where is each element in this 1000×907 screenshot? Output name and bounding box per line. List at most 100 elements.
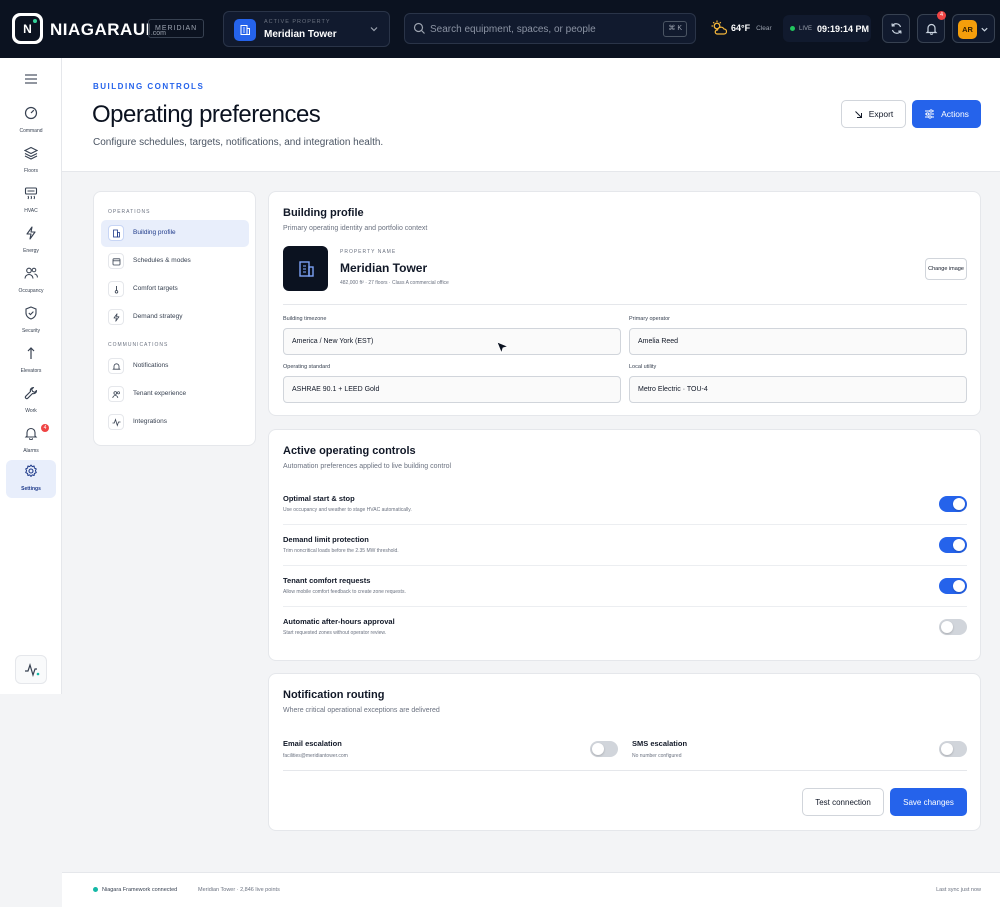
live-time: 09:19:14 PM — [817, 23, 870, 34]
rail-item-work[interactable]: Work — [6, 382, 56, 420]
logo-mark-icon: N — [15, 16, 40, 41]
property-selector[interactable]: ACTIVE PROPERTY Meridian Tower — [223, 11, 390, 47]
card-title: Notification routing — [283, 689, 385, 701]
property-meta: 482,000 ft² · 27 floors · Class A commer… — [340, 280, 449, 286]
refresh-button[interactable] — [882, 14, 910, 43]
card-subtitle: Where critical operational exceptions ar… — [283, 707, 440, 714]
demand-limit-toggle[interactable] — [939, 537, 967, 553]
refresh-icon — [890, 23, 902, 34]
nav-item-schedules[interactable]: Schedules & modes — [101, 248, 249, 275]
activity-pulse-icon — [25, 663, 40, 677]
actions-label: Actions — [941, 109, 969, 119]
connection-dot-icon — [93, 887, 98, 892]
live-points: Meridian Tower · 2,846 live points — [198, 887, 280, 893]
nav-item-label: Integrations — [133, 418, 167, 425]
save-changes-button[interactable]: Save changes — [890, 788, 967, 816]
export-button[interactable]: Export — [841, 100, 906, 128]
card-subtitle: Automation preferences applied to live b… — [283, 463, 452, 470]
after-hours-toggle[interactable] — [939, 619, 967, 635]
rail-item-energy[interactable]: Energy — [6, 222, 56, 260]
people-icon — [108, 386, 124, 402]
global-search[interactable]: ⌘ K — [404, 13, 696, 44]
rail-label: Floors — [24, 168, 38, 174]
divider — [283, 770, 967, 771]
utility-label: Local utility — [629, 364, 657, 370]
sms-escalation-toggle[interactable] — [939, 741, 967, 757]
actions-button[interactable]: Actions — [912, 100, 981, 128]
rail-item-alarms[interactable]: 4 Alarms — [6, 422, 56, 460]
command-icon — [24, 106, 38, 120]
site-badge: MERIDIAN — [148, 19, 205, 38]
nav-item-comfort-targets[interactable]: Comfort targets — [101, 276, 249, 303]
nav-item-label: Building profile — [133, 229, 176, 236]
bolt-icon — [108, 309, 124, 325]
sliders-icon — [925, 109, 935, 119]
standard-label: Operating standard — [283, 364, 331, 370]
search-icon — [413, 22, 425, 34]
building-icon — [298, 260, 314, 277]
rail-item-occupancy[interactable]: Occupancy — [6, 262, 56, 300]
change-image-button[interactable]: Change image — [925, 258, 967, 280]
email-escalation-toggle[interactable] — [590, 741, 618, 757]
live-dot-icon — [790, 26, 795, 31]
bell-icon — [108, 358, 124, 374]
utility-field[interactable]: Metro Electric · TOU-4 — [629, 376, 967, 403]
nav-section-operations: OPERATIONS — [108, 209, 151, 215]
operator-field[interactable]: Amelia Reed — [629, 328, 967, 355]
rail-item-command[interactable]: Command — [6, 102, 56, 140]
notifications-button[interactable]: 4 — [917, 11, 946, 43]
divider — [283, 304, 967, 305]
timezone-field[interactable]: America / New York (EST) — [283, 328, 621, 355]
thermometer-icon — [108, 281, 124, 297]
control-desc: Start requested zones without operator r… — [283, 630, 387, 636]
rail-item-security[interactable]: Security — [6, 302, 56, 340]
mouse-cursor-icon — [496, 341, 510, 355]
sms-escalation-value: No number configured — [632, 753, 682, 759]
bell-icon — [925, 23, 937, 35]
rail-label: Occupancy — [18, 288, 44, 294]
test-connection-button[interactable]: Test connection — [802, 788, 884, 816]
nav-item-integrations[interactable]: Integrations — [101, 409, 249, 436]
hamburger-menu-icon[interactable] — [24, 73, 38, 85]
card-subtitle: Primary operating identity and portfolio… — [283, 225, 428, 232]
property-name-label: PROPERTY NAME — [340, 249, 397, 255]
rail-item-settings[interactable]: Settings — [6, 460, 56, 498]
bolt-icon — [26, 226, 36, 240]
shield-icon — [25, 306, 37, 320]
property-name: Meridian Tower — [340, 261, 428, 275]
rail-item-elevators[interactable]: Elevators — [6, 342, 56, 380]
brand-main: NIAGARA — [50, 20, 133, 39]
control-desc: Use occupancy and weather to stage HVAC … — [283, 507, 412, 513]
rail-item-floors[interactable]: Floors — [6, 142, 56, 180]
notification-badge: 4 — [937, 11, 946, 20]
standard-field[interactable]: ASHRAE 90.1 + LEED Gold — [283, 376, 621, 403]
nav-item-demand-strategy[interactable]: Demand strategy — [101, 304, 249, 331]
nav-item-tenant-experience[interactable]: Tenant experience — [101, 381, 249, 408]
nav-item-building-profile[interactable]: Building profile — [101, 220, 249, 247]
control-title: Tenant comfort requests — [283, 576, 371, 585]
logo[interactable]: N — [12, 13, 43, 44]
avatar: AR — [958, 20, 977, 39]
optimal-start-toggle[interactable] — [939, 496, 967, 512]
search-input[interactable] — [430, 20, 660, 38]
nav-item-label: Comfort targets — [133, 285, 178, 292]
partly-sunny-icon — [711, 20, 727, 35]
activity-button[interactable] — [15, 655, 47, 684]
nav-item-notifications[interactable]: Notifications — [101, 353, 249, 380]
rail-label: HVAC — [24, 208, 38, 214]
bell-icon — [24, 427, 38, 440]
page-header: BUILDING CONTROLS Operating preferences … — [62, 58, 1000, 172]
weather-temp: 64°F — [731, 23, 751, 33]
control-row-after-hours: Automatic after-hours approval Start req… — [283, 607, 967, 648]
activity-pulse-icon — [108, 414, 124, 430]
weather-cond: Clear — [756, 24, 772, 32]
property-label: ACTIVE PROPERTY — [264, 19, 331, 25]
user-menu-button[interactable]: AR — [952, 14, 995, 43]
tenant-comfort-toggle[interactable] — [939, 578, 967, 594]
page-eyebrow: BUILDING CONTROLS — [93, 82, 205, 91]
settings-nav: OPERATIONS Building profile Schedules & … — [93, 191, 256, 446]
card-title: Building profile — [283, 207, 364, 219]
control-row-tenant-comfort: Tenant comfort requests Allow mobile com… — [283, 566, 967, 607]
rail-item-hvac[interactable]: HVAC — [6, 182, 56, 220]
rail-label: Security — [21, 328, 41, 334]
